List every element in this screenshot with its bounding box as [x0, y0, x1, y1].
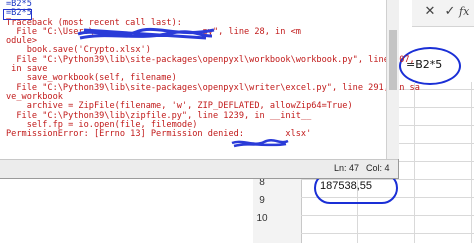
scrollbar-thumb[interactable] — [389, 30, 397, 90]
redaction-scribble — [77, 27, 215, 40]
redaction-scribble — [231, 139, 289, 148]
shell-line: =B2*5 — [6, 0, 32, 9]
cursor-column: Col: 4 — [366, 163, 390, 173]
shell-line: PermissionError: [Errno 13] Permission d… — [6, 129, 312, 140]
python-shell-window: =B2*5 =B2*5 Traceback (most recent call la… — [0, 0, 420, 179]
confirm-formula-icon[interactable]: ✓ — [441, 3, 459, 21]
shell-output[interactable]: =B2*5 =B2*5 Traceback (most recent call la… — [6, 0, 420, 139]
row-number-10[interactable]: 10 — [253, 213, 271, 224]
status-bar: Ln: 47 Col: 4 — [0, 159, 398, 178]
selected-input-outline — [3, 9, 32, 20]
shell-line: File "C:\Python39\lib\site-packages\open… — [6, 82, 420, 93]
vertical-scrollbar[interactable] — [386, 0, 399, 159]
cursor-line: Ln: 47 — [334, 163, 360, 173]
insert-function-icon[interactable]: fx — [459, 3, 474, 21]
cancel-formula-icon[interactable]: ✕ — [421, 3, 439, 21]
row-number-9[interactable]: 9 — [253, 195, 271, 206]
shell-line: File "C:\Python39\lib\site-packages\open… — [6, 54, 415, 65]
